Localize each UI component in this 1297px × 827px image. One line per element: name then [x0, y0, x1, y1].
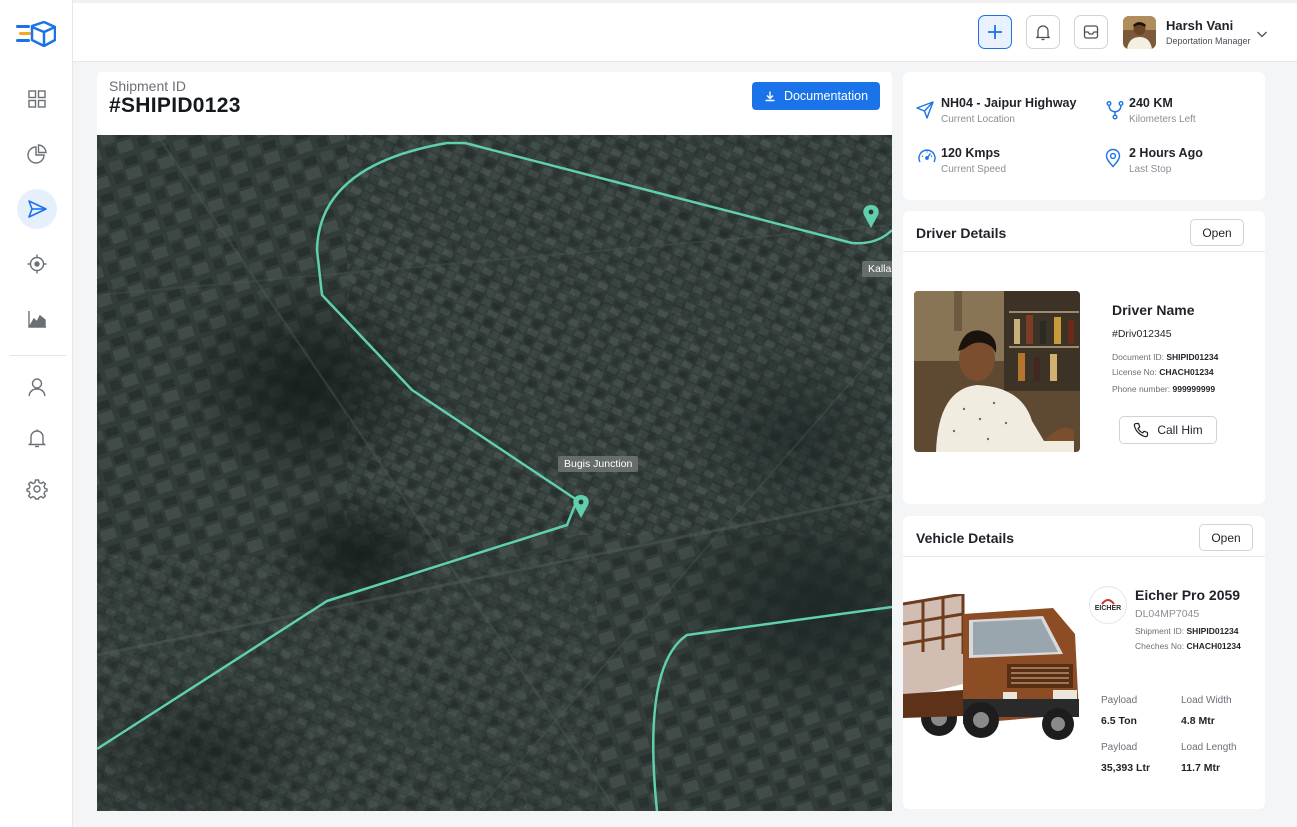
- sidebar: [0, 0, 73, 827]
- send-icon: [28, 200, 47, 218]
- current-location-value: NH04 - Jaipur Highway: [941, 96, 1077, 110]
- documentation-button[interactable]: Documentation: [752, 82, 880, 110]
- sidebar-item-users[interactable]: [17, 367, 57, 407]
- fork-route-icon: [1106, 101, 1124, 120]
- driver-details-title: Driver Details: [916, 225, 1007, 241]
- chassis-value: CHACH01234: [1186, 641, 1241, 651]
- vehicle-registration: DL04MP7045: [1135, 608, 1200, 620]
- inbox-icon: [1083, 25, 1099, 39]
- app-logo[interactable]: [16, 21, 56, 47]
- topbar: Harsh Vani Deportation Manager: [73, 0, 1297, 62]
- truck-image: [903, 594, 1079, 758]
- driver-name: Driver Name: [1112, 302, 1195, 318]
- notifications-button[interactable]: [1026, 15, 1060, 49]
- shipment-id-label: Shipment ID: [109, 78, 187, 94]
- current-speed-label: Current Speed: [941, 164, 1007, 175]
- phone-value: 999999999: [1172, 384, 1216, 394]
- sidebar-divider: [10, 355, 66, 356]
- spec-label: Load Length: [1181, 742, 1237, 753]
- sidebar-item-shipments[interactable]: [17, 189, 57, 229]
- map-label-kalla: Kalla: [862, 261, 892, 277]
- vehicle-open-button[interactable]: Open: [1199, 524, 1253, 551]
- spec-value: 4.8 Mtr: [1181, 715, 1215, 727]
- divider: [903, 251, 1265, 252]
- vehicle-details-title: Vehicle Details: [916, 530, 1015, 546]
- gear-icon: [26, 479, 48, 500]
- pie-chart-icon: [27, 144, 47, 164]
- route-map[interactable]: Bugis Junction Kalla: [97, 135, 892, 811]
- last-stop-value: 2 Hours Ago: [1129, 146, 1203, 160]
- location-pin-icon: [1105, 148, 1121, 168]
- vehicle-details-card: Vehicle Details Open EICHER Eicher Pro 2…: [903, 516, 1265, 809]
- add-button[interactable]: [978, 15, 1012, 49]
- phone-icon: [1134, 422, 1149, 438]
- kilometers-left-label: Kilometers Left: [1129, 114, 1196, 125]
- bell-icon: [27, 429, 47, 448]
- sidebar-item-reports[interactable]: [17, 299, 57, 339]
- spec-label: Payload: [1101, 742, 1138, 753]
- sidebar-item-analytics[interactable]: [17, 134, 57, 174]
- current-speed-value: 120 Kmps: [941, 146, 1001, 160]
- area-chart-icon: [28, 311, 46, 328]
- driver-photo: [914, 291, 1080, 452]
- grid-icon: [28, 90, 46, 108]
- user-name: Harsh Vani: [1166, 18, 1234, 33]
- map-label-bugis: Bugis Junction: [558, 456, 639, 472]
- documentation-label: Documentation: [783, 89, 869, 103]
- shipment-id: #SHIPID0123: [109, 94, 241, 117]
- license-label: License No:: [1112, 367, 1157, 377]
- driver-open-button[interactable]: Open: [1190, 219, 1244, 246]
- chassis-label: Cheches No:: [1135, 641, 1185, 651]
- user-avatar[interactable]: [1123, 16, 1156, 49]
- document-id-value: SHIPID01234: [1166, 352, 1219, 362]
- sidebar-item-dashboard[interactable]: [17, 79, 57, 119]
- speedometer-icon: [918, 149, 936, 163]
- divider: [903, 556, 1265, 557]
- driver-phone: Phone number: 999999999: [1112, 384, 1215, 394]
- vehicle-chassis: Cheches No: CHACH01234: [1135, 641, 1241, 651]
- brand-logo-text: EICHER: [1094, 605, 1122, 612]
- call-driver-button[interactable]: Call Him: [1119, 416, 1217, 444]
- phone-label: Phone number:: [1112, 384, 1171, 394]
- last-stop-label: Last Stop: [1129, 164, 1172, 175]
- sidebar-item-tracking[interactable]: [17, 244, 57, 284]
- sidebar-item-settings[interactable]: [17, 469, 57, 509]
- eicher-mark-icon: [1101, 599, 1115, 605]
- download-icon: [765, 91, 775, 102]
- satellite-map: [97, 135, 892, 811]
- navigation-icon: [916, 101, 934, 119]
- call-him-label: Call Him: [1157, 423, 1203, 437]
- brand-logo: EICHER: [1089, 586, 1127, 624]
- driver-license: License No: CHACH01234: [1112, 367, 1214, 377]
- driver-document-id: Document ID: SHIPID01234: [1112, 352, 1218, 362]
- crosshair-icon: [27, 254, 47, 274]
- sidebar-item-notifications[interactable]: [17, 418, 57, 458]
- vehicle-shipment-id: Shipment ID: SHIPID01234: [1135, 626, 1239, 636]
- user-role: Deportation Manager: [1166, 36, 1251, 46]
- shipment-id-small-value: SHIPID01234: [1186, 626, 1239, 636]
- vehicle-model: Eicher Pro 2059: [1135, 587, 1241, 603]
- shipment-header: Shipment ID #SHIPID0123 Documentation: [97, 72, 892, 135]
- driver-id: #Driv012345: [1112, 328, 1172, 340]
- plus-icon: [988, 25, 1002, 39]
- current-location-label: Current Location: [941, 114, 1015, 125]
- user-icon: [28, 378, 46, 397]
- spec-value: 6.5 Ton: [1101, 715, 1137, 727]
- license-value: CHACH01234: [1159, 367, 1214, 377]
- document-id-label: Document ID:: [1112, 352, 1164, 362]
- bell-icon: [1035, 25, 1051, 41]
- driver-details-card: Driver Details Open Driver Name #Driv012…: [903, 211, 1265, 504]
- chevron-down-icon[interactable]: [1255, 27, 1269, 41]
- spec-value: 35,393 Ltr: [1101, 762, 1151, 774]
- trip-stats-card: NH04 - Jaipur Highway Current Location 2…: [903, 72, 1265, 200]
- shipment-id-small-label: Shipment ID:: [1135, 626, 1185, 636]
- spec-label: Load Width: [1181, 695, 1232, 706]
- inbox-button[interactable]: [1074, 15, 1108, 49]
- spec-label: Payload: [1101, 695, 1138, 706]
- spec-value: 11.7 Mtr: [1181, 762, 1221, 774]
- kilometers-left-value: 240 KM: [1129, 96, 1173, 110]
